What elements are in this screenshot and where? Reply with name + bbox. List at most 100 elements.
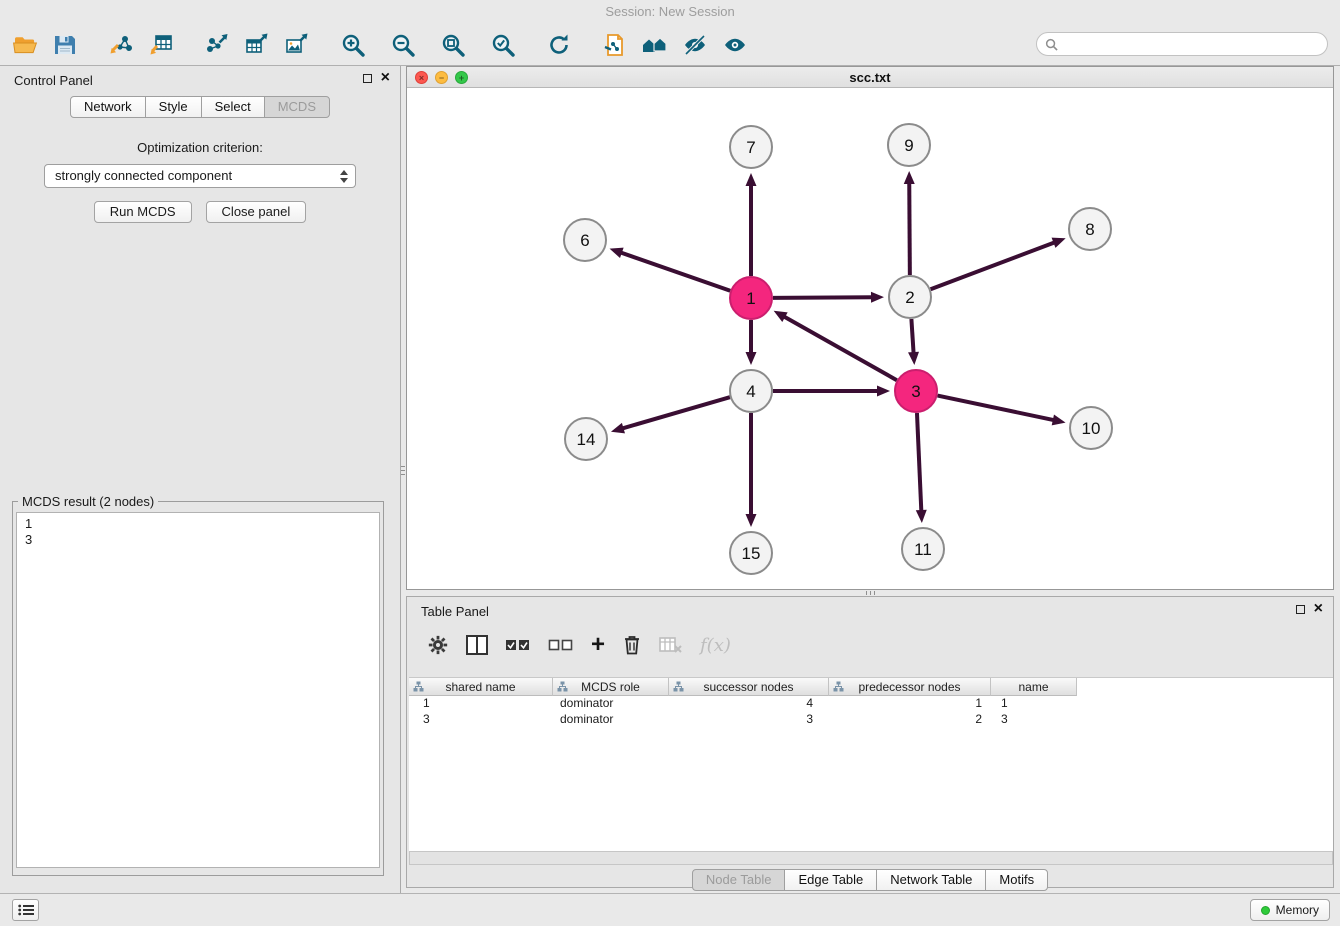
- column-sort-icon: [413, 681, 424, 692]
- show-graphics-details-button[interactable]: [718, 28, 752, 62]
- open-file-button[interactable]: [8, 28, 42, 62]
- control-panel-title: Control Panel: [14, 73, 93, 88]
- deselect-all-icon: [548, 638, 574, 652]
- table-panel-title: Table Panel: [421, 604, 489, 619]
- export-network-button[interactable]: [200, 28, 234, 62]
- graph-edge-1-2[interactable]: [773, 297, 873, 298]
- graph-edge-1-6[interactable]: [620, 252, 730, 291]
- graph-edge-arrowhead: [1052, 238, 1066, 248]
- import-table-button[interactable]: [144, 28, 178, 62]
- delete-column-button[interactable]: [622, 631, 642, 659]
- mcds-result-line: 3: [25, 532, 371, 548]
- column-header-name[interactable]: name: [991, 678, 1077, 696]
- graph-edge-3-11[interactable]: [917, 413, 921, 512]
- memory-button[interactable]: Memory: [1250, 899, 1330, 921]
- import-network-button[interactable]: [104, 28, 138, 62]
- graph-edge-arrowhead: [904, 171, 915, 184]
- save-floppy-icon: [52, 32, 78, 58]
- first-neighbors-button[interactable]: [638, 28, 672, 62]
- node-table: shared name MCDS role successor nodes pr…: [409, 677, 1333, 851]
- tab-network[interactable]: Network: [70, 96, 146, 118]
- network-canvas[interactable]: 7968124314101511: [407, 88, 1333, 589]
- zoom-selected-button[interactable]: [486, 28, 520, 62]
- graph-edge-arrowhead: [877, 386, 890, 397]
- search-box[interactable]: [1036, 32, 1328, 56]
- eye-slash-icon: [682, 32, 708, 58]
- column-sort-icon: [673, 681, 684, 692]
- minimize-window-button[interactable]: −: [435, 71, 448, 84]
- export-table-button[interactable]: [240, 28, 274, 62]
- close-table-panel-icon[interactable]: ×: [1314, 603, 1323, 615]
- graph-edge-arrowhead: [746, 514, 757, 527]
- column-header-predecessor-nodes[interactable]: predecessor nodes: [829, 678, 991, 696]
- column-label: shared name: [445, 680, 515, 694]
- add-column-button[interactable]: +: [591, 631, 605, 659]
- main-toolbar: [0, 24, 1340, 66]
- graph-edge-arrowhead: [746, 173, 757, 186]
- mcds-result-line: 1: [25, 516, 371, 532]
- eye-icon: [722, 32, 748, 58]
- table-header-row: shared name MCDS role successor nodes pr…: [409, 678, 1333, 696]
- graph-node-label: 6: [580, 231, 589, 250]
- close-panel-icon[interactable]: ×: [381, 72, 390, 84]
- float-table-panel-icon[interactable]: [1296, 605, 1305, 614]
- function-builder-button[interactable]: f(x): [700, 631, 731, 659]
- graph-edge-4-14[interactable]: [622, 397, 730, 429]
- close-panel-button[interactable]: Close panel: [206, 201, 307, 223]
- tab-node-table[interactable]: Node Table: [692, 869, 786, 891]
- graph-node-label: 15: [742, 544, 761, 563]
- apply-layout-button[interactable]: [542, 28, 576, 62]
- table-row[interactable]: 3 dominator 3 2 3: [409, 712, 1333, 728]
- graph-edge-2-9[interactable]: [909, 182, 910, 275]
- graph-node-label: 10: [1082, 419, 1101, 438]
- graph-edge-arrowhead: [610, 248, 624, 258]
- zoom-selected-icon: [490, 32, 516, 58]
- column-header-mcds-role[interactable]: MCDS role: [553, 678, 669, 696]
- table-row[interactable]: 1 dominator 4 1 1: [409, 696, 1333, 712]
- graph-edge-2-8[interactable]: [931, 242, 1056, 289]
- hide-graphics-details-button[interactable]: [678, 28, 712, 62]
- column-header-shared-name[interactable]: shared name: [409, 678, 553, 696]
- show-columns-button[interactable]: [466, 631, 488, 659]
- column-header-successor-nodes[interactable]: successor nodes: [669, 678, 829, 696]
- control-panel: Control Panel × Network Style Select MCD…: [0, 66, 401, 893]
- deselect-all-button[interactable]: [548, 631, 574, 659]
- tab-mcds[interactable]: MCDS: [264, 96, 330, 118]
- optimization-criterion-select[interactable]: strongly connected component: [44, 164, 356, 188]
- cell-shared-name: 3: [409, 712, 553, 728]
- export-image-button[interactable]: [280, 28, 314, 62]
- tab-edge-table[interactable]: Edge Table: [784, 869, 877, 891]
- columns-icon: [466, 635, 488, 655]
- zoom-out-button[interactable]: [386, 28, 420, 62]
- zoom-window-button[interactable]: +: [455, 71, 468, 84]
- graph-edge-3-1[interactable]: [783, 316, 897, 380]
- search-input[interactable]: [1062, 34, 1327, 54]
- tab-select[interactable]: Select: [201, 96, 265, 118]
- select-all-button[interactable]: [505, 631, 531, 659]
- horizontal-panel-divider[interactable]: [856, 590, 884, 596]
- tab-network-table[interactable]: Network Table: [876, 869, 986, 891]
- save-session-button[interactable]: [48, 28, 82, 62]
- network-window-titlebar[interactable]: × − + scc.txt: [407, 67, 1333, 88]
- close-window-button[interactable]: ×: [415, 71, 428, 84]
- open-network-document-button[interactable]: [598, 28, 632, 62]
- tab-motifs[interactable]: Motifs: [985, 869, 1048, 891]
- table-toolbar: + f(x): [407, 625, 731, 665]
- graph-node-label: 7: [746, 138, 755, 157]
- tab-style[interactable]: Style: [145, 96, 202, 118]
- graph-edge-3-10[interactable]: [938, 396, 1055, 421]
- zoom-fit-button[interactable]: [436, 28, 470, 62]
- delete-table-button[interactable]: [659, 631, 683, 659]
- table-horizontal-scrollbar[interactable]: [409, 851, 1333, 865]
- table-settings-button[interactable]: [427, 631, 449, 659]
- zoom-out-icon: [390, 32, 416, 58]
- run-mcds-button[interactable]: Run MCDS: [94, 201, 192, 223]
- trash-icon: [622, 634, 642, 656]
- zoom-in-button[interactable]: [336, 28, 370, 62]
- float-panel-icon[interactable]: [363, 74, 372, 83]
- vertical-panel-divider[interactable]: [400, 455, 406, 485]
- task-history-button[interactable]: [12, 899, 39, 921]
- mcds-result-list: 1 3: [16, 512, 380, 868]
- graph-edge-2-3[interactable]: [911, 319, 913, 354]
- control-panel-tabs: Network Style Select MCDS: [0, 96, 400, 118]
